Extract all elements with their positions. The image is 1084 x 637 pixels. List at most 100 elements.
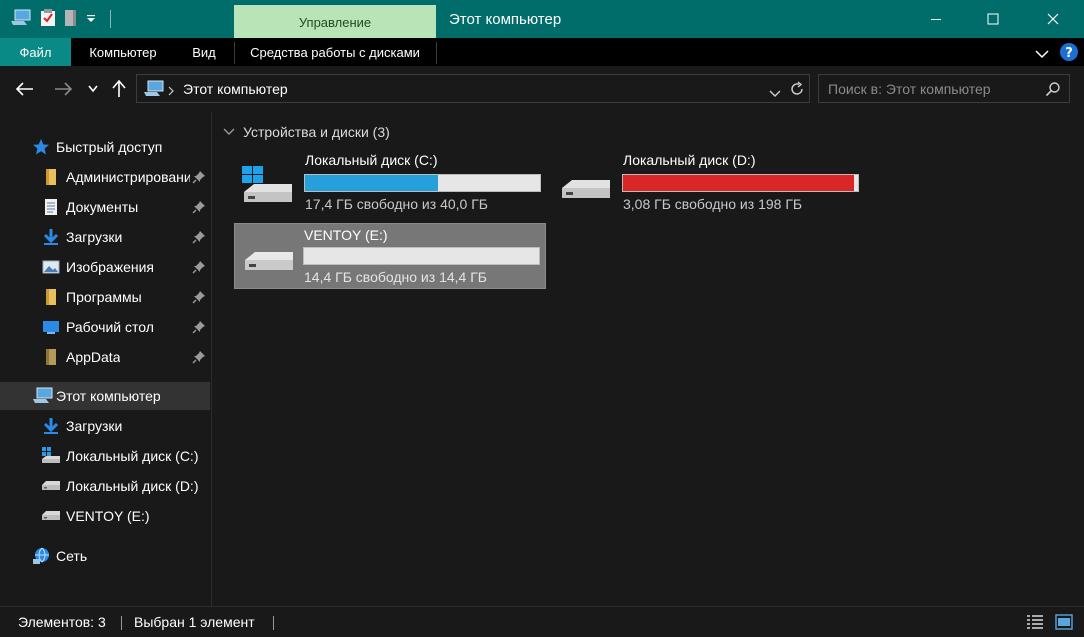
search-input[interactable] bbox=[819, 75, 1039, 102]
chevron-down-icon bbox=[223, 128, 235, 135]
tab-separator bbox=[234, 42, 235, 64]
pin-icon bbox=[192, 290, 206, 307]
this-pc-icon[interactable] bbox=[10, 9, 32, 30]
folder-icon bbox=[42, 288, 60, 306]
sidebar-item-label: Рабочий стол bbox=[66, 319, 154, 335]
sidebar-item-label: Программы bbox=[66, 289, 142, 305]
up-button[interactable] bbox=[108, 78, 130, 100]
sidebar-item-downloads[interactable]: Загрузки bbox=[0, 223, 210, 251]
drive-usage-bar bbox=[304, 174, 541, 192]
sidebar-item-drive-e[interactable]: VENTOY (E:) bbox=[0, 502, 210, 530]
folder-icon bbox=[42, 348, 60, 366]
tab-manage[interactable]: Управление bbox=[234, 5, 436, 38]
sidebar-item-label: Быстрый доступ bbox=[56, 139, 163, 155]
sidebar-item-pictures[interactable]: Изображения bbox=[0, 253, 210, 281]
drive-usage-fill bbox=[623, 175, 854, 191]
address-bar[interactable]: Этот компьютер bbox=[136, 74, 810, 103]
help-icon[interactable]: ? bbox=[1059, 42, 1079, 65]
sidebar-item-label: Сеть bbox=[56, 548, 88, 564]
ribbon-tabs: Файл Компьютер Вид Средства работы с дис… bbox=[0, 38, 1084, 66]
windows-drive-icon bbox=[240, 166, 296, 211]
navigation-bar: Этот компьютер bbox=[0, 66, 1084, 112]
sidebar-item-admin[interactable]: Администрировани bbox=[0, 163, 210, 191]
drive-usage-fill bbox=[305, 175, 438, 191]
network-icon bbox=[32, 547, 52, 565]
group-header-label: Устройства и диски (3) bbox=[243, 124, 390, 140]
large-icons-view-icon[interactable] bbox=[1055, 614, 1073, 633]
maximize-button[interactable] bbox=[970, 0, 1016, 38]
close-icon bbox=[1047, 13, 1059, 25]
properties-icon[interactable] bbox=[40, 8, 56, 30]
tab-file[interactable]: Файл bbox=[0, 38, 71, 66]
drive-tile-d[interactable]: Локальный диск (D:) 3,08 ГБ свободно из … bbox=[552, 152, 864, 218]
sidebar-item-this-pc[interactable]: Этот компьютер bbox=[0, 382, 210, 410]
address-dropdown-icon[interactable] bbox=[769, 85, 781, 101]
minimize-button[interactable] bbox=[913, 0, 959, 38]
documents-icon bbox=[42, 198, 60, 216]
this-pc-icon bbox=[32, 387, 54, 405]
windows-drive-icon bbox=[40, 447, 62, 465]
downloads-icon bbox=[42, 228, 60, 246]
search-box[interactable] bbox=[818, 74, 1070, 103]
sidebar-item-label: Администрировани bbox=[66, 169, 190, 185]
sidebar-item-drive-c[interactable]: Локальный диск (C:) bbox=[0, 442, 210, 470]
sidebar-item-network[interactable]: Сеть bbox=[0, 542, 210, 570]
sidebar-item-label: Загрузки bbox=[66, 418, 123, 434]
sidebar-item-label: Локальный диск (D:) bbox=[66, 478, 199, 494]
downloads-icon bbox=[42, 417, 60, 435]
drive-icon bbox=[241, 248, 297, 283]
forward-button[interactable] bbox=[52, 78, 74, 100]
new-folder-icon[interactable] bbox=[64, 9, 78, 30]
tab-drive-tools[interactable]: Средства работы с дисками bbox=[236, 38, 434, 66]
status-selection: Выбран 1 элемент bbox=[134, 614, 255, 630]
drive-name: VENTOY (E:) bbox=[304, 227, 388, 243]
customize-qat-icon[interactable] bbox=[86, 11, 96, 27]
breadcrumb-this-pc[interactable]: Этот компьютер bbox=[183, 81, 288, 97]
star-icon bbox=[32, 138, 50, 156]
drive-free-space: 14,4 ГБ свободно из 14,4 ГБ bbox=[304, 269, 487, 285]
this-pc-icon bbox=[143, 80, 165, 101]
expand-ribbon-icon[interactable] bbox=[1035, 46, 1049, 62]
pin-icon bbox=[192, 170, 206, 187]
window-title: Этот компьютер bbox=[449, 11, 562, 28]
title-bar: Управление Этот компьютер bbox=[0, 0, 1084, 38]
sidebar-item-drive-d[interactable]: Локальный диск (D:) bbox=[0, 472, 210, 500]
drive-tile-e[interactable]: VENTOY (E:) 14,4 ГБ свободно из 14,4 ГБ bbox=[234, 223, 546, 289]
arrow-right-icon bbox=[55, 82, 72, 96]
sidebar-item-label: Загрузки bbox=[66, 229, 123, 245]
close-button[interactable] bbox=[1030, 0, 1076, 38]
drive-usage-bar bbox=[303, 247, 540, 265]
back-button[interactable] bbox=[14, 78, 36, 100]
pin-icon bbox=[192, 350, 206, 367]
drive-icon bbox=[40, 477, 62, 495]
details-view-icon[interactable] bbox=[1026, 614, 1044, 633]
refresh-icon[interactable] bbox=[789, 81, 805, 100]
sidebar-item-programs[interactable]: Программы bbox=[0, 283, 210, 311]
recent-locations-button[interactable] bbox=[86, 78, 100, 100]
drive-icon bbox=[40, 507, 62, 525]
arrow-left-icon bbox=[16, 82, 33, 96]
sidebar-item-desktop[interactable]: Рабочий стол bbox=[0, 313, 210, 341]
arrow-up-icon bbox=[112, 80, 126, 97]
tab-computer[interactable]: Компьютер bbox=[76, 38, 170, 66]
sidebar-item-label: AppData bbox=[66, 349, 121, 365]
sidebar-item-appdata[interactable]: AppData bbox=[0, 343, 210, 371]
search-icon[interactable] bbox=[1045, 81, 1061, 100]
breadcrumb-chevron-icon[interactable] bbox=[168, 83, 174, 99]
group-header-devices[interactable]: Устройства и диски (3) bbox=[223, 124, 390, 140]
pin-icon bbox=[192, 230, 206, 247]
sidebar-item-label: Этот компьютер bbox=[56, 388, 161, 404]
quick-access-toolbar bbox=[10, 8, 119, 30]
pictures-icon bbox=[42, 258, 60, 276]
tab-view[interactable]: Вид bbox=[180, 38, 228, 66]
sidebar-item-documents[interactable]: Документы bbox=[0, 193, 210, 221]
drive-free-space: 17,4 ГБ свободно из 40,0 ГБ bbox=[305, 196, 488, 212]
tab-separator bbox=[436, 42, 437, 64]
sidebar-item-label: Изображения bbox=[66, 259, 154, 275]
drive-tile-c[interactable]: Локальный диск (C:) 17,4 ГБ свободно из … bbox=[234, 152, 546, 218]
chevron-down-icon bbox=[88, 85, 98, 93]
sidebar-item-pc-downloads[interactable]: Загрузки bbox=[0, 412, 210, 440]
qat-separator bbox=[110, 10, 111, 28]
sidebar-item-quick-access[interactable]: Быстрый доступ bbox=[0, 133, 210, 161]
status-bar: Элементов: 3 Выбран 1 элемент bbox=[0, 606, 1084, 637]
